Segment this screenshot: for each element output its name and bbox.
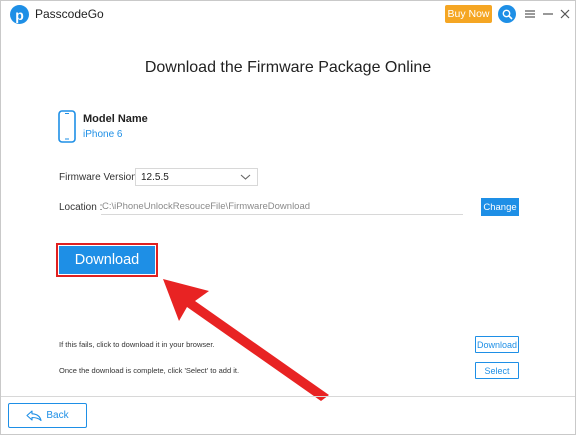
search-help-icon[interactable] (498, 5, 516, 23)
firmware-version-select[interactable]: 12.5.5 (135, 168, 258, 186)
location-label: Location : (59, 202, 103, 213)
hamburger-menu-icon[interactable] (523, 6, 537, 22)
close-icon[interactable] (558, 6, 572, 22)
firmware-version-value: 12.5.5 (141, 172, 169, 183)
browser-download-hint: If this fails, click to download it in y… (59, 340, 215, 349)
back-button[interactable]: Back (8, 403, 87, 428)
change-location-button[interactable]: Change (481, 198, 519, 216)
app-title: PasscodeGo (35, 7, 104, 21)
passcodego-logo-icon: p (10, 5, 29, 24)
iphone-icon (58, 110, 76, 143)
red-arrow-annotation (163, 279, 329, 401)
app-window: p PasscodeGo Buy Now Download the Firmwa… (0, 0, 576, 435)
select-hint: Once the download is complete, click 'Se… (59, 366, 240, 375)
back-arrow-icon (26, 410, 42, 421)
buy-now-button[interactable]: Buy Now (445, 5, 492, 23)
chevron-down-icon (240, 174, 251, 180)
download-button[interactable]: Download (59, 246, 155, 274)
title-bar: p PasscodeGo Buy Now (1, 1, 575, 27)
model-name-label: Model Name (83, 113, 148, 125)
model-name-value: iPhone 6 (83, 129, 123, 140)
browser-download-button[interactable]: Download (475, 336, 519, 353)
firmware-version-label: Firmware Version: (59, 172, 140, 183)
footer-divider (1, 396, 575, 397)
page-title: Download the Firmware Package Online (144, 59, 432, 76)
minimize-icon[interactable] (541, 6, 555, 22)
back-label: Back (46, 410, 69, 421)
select-button[interactable]: Select (475, 362, 519, 379)
location-path-field[interactable]: C:\iPhoneUnlockResouceFile\FirmwareDownl… (101, 199, 463, 215)
